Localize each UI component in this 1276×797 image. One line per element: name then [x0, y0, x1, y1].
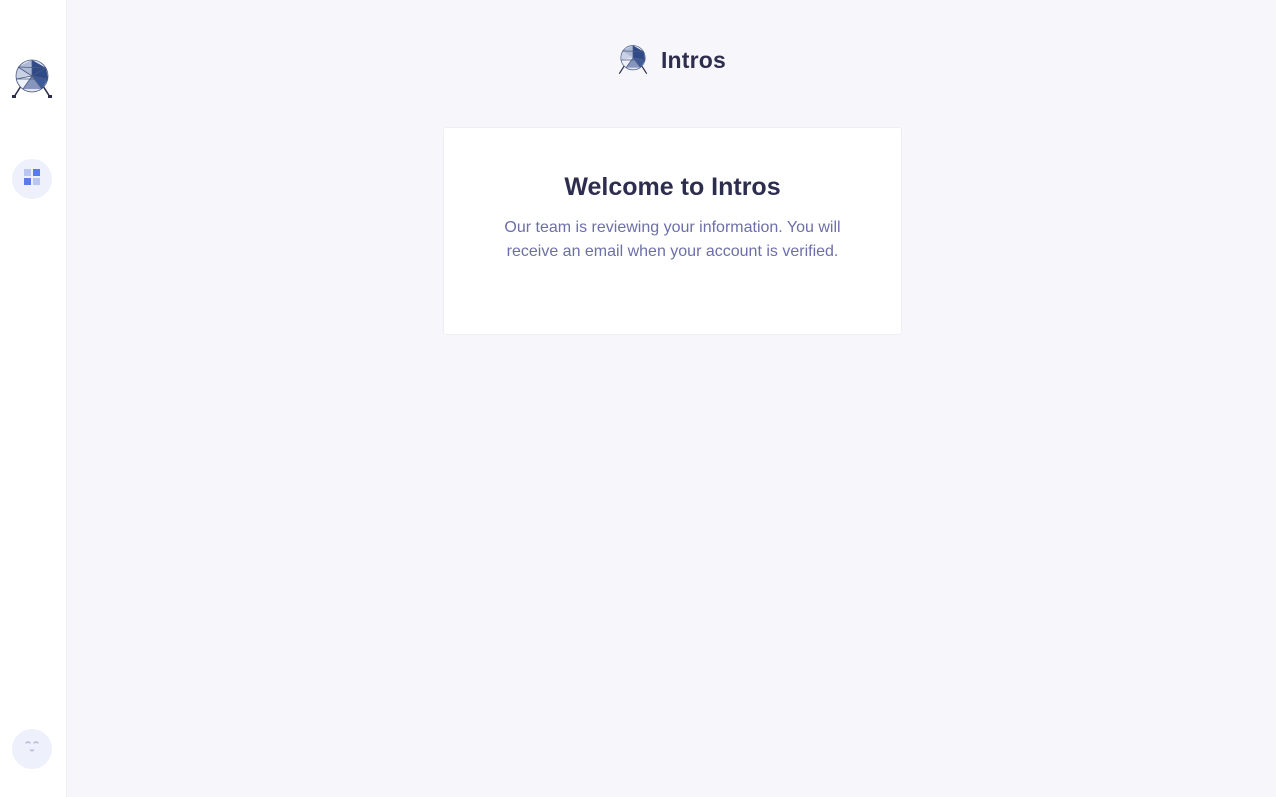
verification-message: Our team is reviewing your information. …	[504, 219, 841, 260]
sidebar	[0, 0, 67, 797]
app-window: Intros Welcome to Intros Our team is rev…	[0, 0, 1276, 797]
main-content: Intros Welcome to Intros Our team is rev…	[67, 0, 1276, 797]
nav-item-dashboard[interactable]	[12, 159, 52, 199]
geodesic-logo-icon	[617, 44, 649, 76]
user-avatar-button[interactable]	[12, 729, 52, 769]
welcome-card: Welcome to Intros Our team is reviewing …	[443, 127, 902, 335]
brand-name: Intros	[660, 46, 727, 73]
brand-header: Intros	[67, 44, 1276, 76]
welcome-title: Welcome to Intros	[564, 173, 781, 201]
geodesic-logo-icon[interactable]	[11, 58, 53, 100]
face-avatar-icon	[22, 737, 42, 762]
dashboard-grid-icon	[23, 168, 41, 191]
